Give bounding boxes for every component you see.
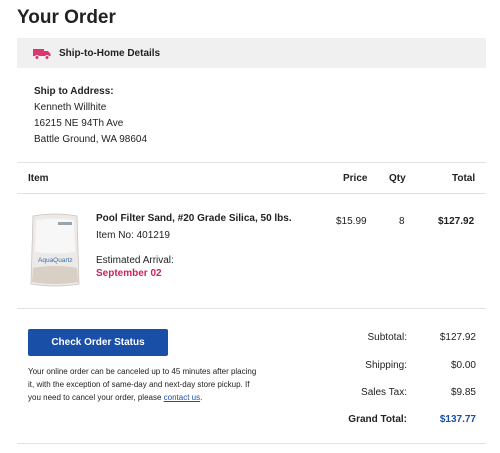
city-state-zip: Battle Ground, WA 98604: [34, 134, 148, 145]
grand-total-label: Grand Total:: [348, 414, 407, 425]
ship-to-home-banner: Ship-to-Home Details: [17, 38, 486, 68]
column-header-price: Price: [343, 173, 368, 184]
street-address: 16215 NE 94Th Ave: [34, 118, 124, 129]
product-image[interactable]: AquaQuartz: [30, 212, 80, 288]
product-image-label: AquaQuartz: [38, 257, 73, 264]
shipping-value: $0.00: [450, 360, 476, 371]
divider: [17, 308, 486, 309]
grand-total-value: $137.77: [439, 414, 476, 425]
divider: [17, 443, 486, 444]
sales-tax-value: $9.85: [450, 387, 476, 398]
item-price: $15.99: [336, 216, 367, 227]
ship-to-address: Ship to Address: Kenneth Willhite 16215 …: [34, 84, 147, 148]
estimated-arrival-date: September 02: [96, 268, 162, 279]
contact-us-link[interactable]: contact us: [164, 393, 200, 402]
cancel-note-text: Your online order can be canceled up to …: [28, 367, 257, 402]
column-header-item: Item: [28, 173, 49, 184]
ship-to-header: Ship to Address:: [34, 86, 114, 97]
product-name[interactable]: Pool Filter Sand, #20 Grade Silica, 50 l…: [96, 213, 292, 224]
recipient-name: Kenneth Willhite: [34, 102, 107, 113]
truck-icon: [33, 47, 51, 60]
shipping-label: Shipping:: [365, 360, 407, 371]
page-title: Your Order: [17, 7, 116, 28]
cancel-note-end: .: [200, 393, 203, 402]
item-total: $127.92: [438, 216, 475, 227]
column-header-qty: Qty: [389, 173, 406, 184]
product-item-number: Item No: 401219: [96, 230, 170, 241]
ship-banner-label: Ship-to-Home Details: [59, 47, 161, 59]
sales-tax-label: Sales Tax:: [361, 387, 407, 398]
divider: [17, 193, 486, 194]
estimated-arrival-label: Estimated Arrival:: [96, 255, 174, 266]
cancel-note: Your online order can be canceled up to …: [28, 365, 260, 404]
column-header-total: Total: [452, 173, 476, 184]
check-order-status-button[interactable]: Check Order Status: [28, 329, 168, 356]
subtotal-value: $127.92: [439, 332, 476, 343]
subtotal-label: Subtotal:: [367, 332, 407, 343]
item-qty: 8: [399, 216, 405, 227]
divider: [17, 162, 486, 163]
